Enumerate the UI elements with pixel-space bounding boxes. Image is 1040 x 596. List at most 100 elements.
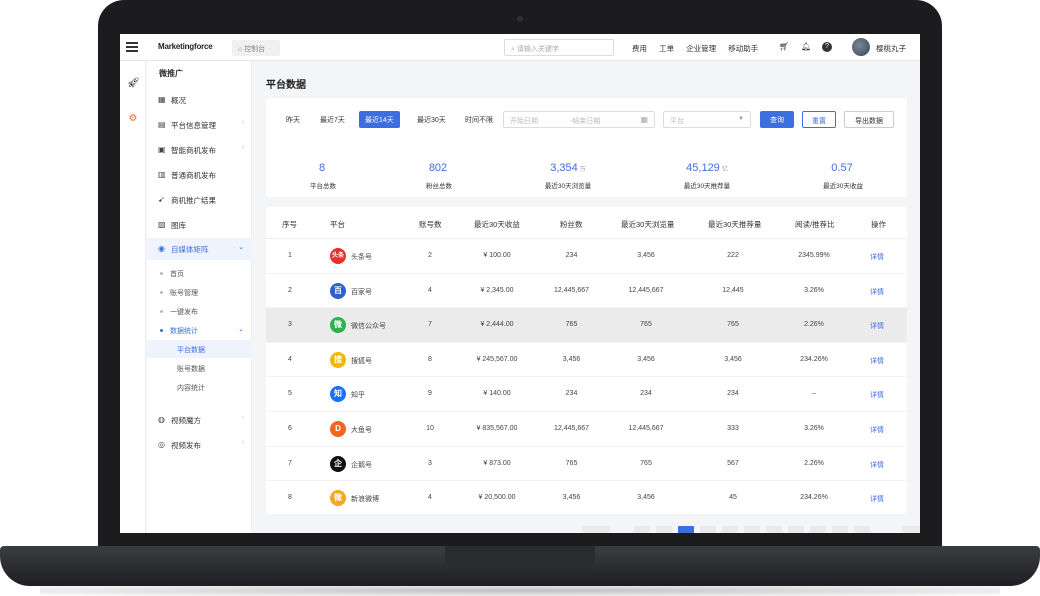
detail-link[interactable]: 详情 (866, 460, 888, 470)
main-content: 平台数据 昨天 最近7天 最近14天 最近30天 时间不限 开始日期 -结束日期… (252, 61, 920, 533)
sidebar-subsub-platform-data[interactable]: 平台数据 (147, 340, 252, 358)
page-button-current[interactable] (678, 526, 694, 533)
page-button[interactable] (810, 526, 826, 533)
bell-icon[interactable]: 🔔︎ (801, 42, 811, 51)
filter-30-days[interactable]: 最近30天 (411, 111, 452, 128)
query-button[interactable]: 查询 (760, 111, 794, 128)
cell-fans: 12,445,667 (553, 425, 590, 432)
avatar[interactable] (852, 38, 870, 56)
cell-accounts: 4 (428, 494, 432, 502)
page-button[interactable] (766, 526, 782, 533)
filter-unlimited[interactable]: 时间不限 (459, 111, 499, 128)
sidebar-item-overview[interactable]: ▦ 概况 (147, 89, 252, 109)
export-button[interactable]: 导出数据 (844, 111, 894, 128)
sidebar-item-label: 图库 (171, 221, 186, 230)
platform-select[interactable]: 平台 ▼ (663, 111, 751, 128)
sidebar-item-gallery[interactable]: ▨ 图库 (147, 214, 252, 234)
cell-no: 5 (288, 390, 292, 398)
col-views: 最近30天浏览量 (621, 220, 675, 229)
page-button[interactable] (722, 526, 738, 533)
cell-platform: 企鹅号 (351, 461, 372, 469)
detail-link[interactable]: 详情 (866, 356, 888, 366)
reset-button[interactable]: 重置 (802, 111, 836, 128)
table-row: 8 4 ¥ 20,500.00 3,456 3,456 45 234.26% 微新浪微博 详情 (266, 481, 907, 514)
page-button[interactable] (656, 526, 672, 533)
detail-link[interactable]: 详情 (866, 425, 888, 435)
breadcrumb[interactable]: ⌂ 控制台 (232, 40, 280, 56)
page-button[interactable] (788, 526, 804, 533)
page-button[interactable] (700, 526, 716, 533)
cell-no: 4 (288, 355, 292, 363)
page-title: 平台数据 (266, 80, 306, 91)
table-row: 1 2 ¥ 100.00 234 3,456 222 2345.99% 头条 头条号 详情 (266, 239, 907, 274)
detail-link[interactable]: 详情 (866, 321, 888, 331)
top-bar: Marketingforce ⌂ 控制台 ⌕ 请输入关键字 费用 工单 企业管理… (120, 34, 920, 61)
date-range-input[interactable]: 开始日期 -结束日期 ▦ (503, 111, 655, 128)
sidebar-subsub-account-data[interactable]: 账号数据 (147, 359, 252, 377)
search-input[interactable]: ⌕ 请输入关键字 (504, 39, 614, 56)
cell-views: 12,445,667 (628, 286, 664, 294)
cart-icon[interactable]: 🛒︎ (779, 42, 789, 51)
cell-ratio: 234.26% (800, 494, 828, 502)
sidebar-item-normal-publish[interactable]: ▥ 普通商机发布 (147, 164, 252, 184)
logo[interactable]: Marketingforce (158, 42, 213, 51)
cell-ratio: 234.26% (800, 355, 828, 363)
cell-accounts: 7 (428, 321, 432, 329)
next-page-button[interactable] (854, 526, 870, 533)
media-matrix-icon: ◉ (158, 244, 165, 253)
sidebar-item-results[interactable]: ➹ 商机推广结果 (147, 189, 252, 209)
sidebar-item-smart-publish[interactable]: ▣ 智能商机发布 › (147, 139, 252, 159)
sidebar-sub-one-click[interactable]: 一键发布 (147, 302, 252, 320)
help-icon[interactable]: ? (822, 42, 832, 52)
bullet-icon (160, 329, 163, 332)
sidebar-item-video-publish[interactable]: ◎ 视频发布 › (147, 434, 252, 454)
jump-page-input[interactable] (902, 526, 920, 533)
detail-link[interactable]: 详情 (866, 287, 888, 297)
nav-tickets[interactable]: 工单 (659, 44, 674, 53)
page-size-select[interactable] (582, 526, 610, 533)
username[interactable]: 樱桃丸子 (876, 43, 906, 54)
cell-ratio: 2.26% (804, 321, 824, 329)
sidebar-item-video-cube[interactable]: ◍ 视频魔方 › (147, 409, 252, 429)
sidebar-sub-accounts[interactable]: 账号管理 (147, 283, 252, 301)
cell-income: ¥ 20,500.00 (478, 494, 516, 502)
gear-icon[interactable]: ⚙ (127, 113, 139, 125)
sidebar-item-label: 商机推广结果 (171, 196, 216, 205)
cell-ratio: 3.26% (804, 286, 824, 294)
table-row: 3 7 ¥ 2,444.00 765 765 765 2.26% 微微信公众号 详情 (266, 308, 907, 343)
cell-accounts: 2 (428, 252, 432, 259)
prev-page-button[interactable] (634, 526, 650, 533)
sidebar-subsub-label: 账号数据 (177, 366, 205, 373)
chevron-right-icon: › (241, 119, 244, 126)
sidebar-sub-statistics[interactable]: 数据统计 ⌄ (147, 321, 252, 339)
col-no: 序号 (282, 220, 297, 229)
stat-label: 最近30天推荐量 (683, 183, 731, 190)
sidebar-subsub-content-stats[interactable]: 内容统计 (147, 378, 252, 396)
top-nav: 费用 工单 企业管理 移动助手 (632, 43, 768, 54)
sidebar-item-platform[interactable]: ▤ 平台信息管理 › (147, 114, 252, 134)
filter-yesterday[interactable]: 昨天 (280, 111, 306, 128)
detail-link[interactable]: 详情 (866, 252, 888, 262)
nav-mobile-assistant[interactable]: 移动助手 (728, 44, 758, 53)
platform-logo-icon: 搜 (330, 351, 346, 368)
page-button[interactable] (832, 526, 848, 533)
rocket-icon[interactable]: 🚀︎ (127, 78, 140, 90)
cell-income: ¥ 2,444.00 (480, 321, 514, 329)
stat-recommends-30d: 45,129 亿 最近30天推荐量 (647, 158, 767, 190)
menu-icon[interactable] (126, 42, 138, 52)
nav-fees[interactable]: 费用 (632, 44, 647, 53)
platform-logo-icon: 微 (330, 317, 346, 334)
cell-ratio: 3.26% (804, 425, 824, 432)
stat-value: 45,129 (686, 162, 720, 174)
cell-fans: 765 (565, 321, 578, 329)
sidebar-sub-home[interactable]: 首页 (147, 264, 252, 282)
stat-label: 最近30天收益 (823, 183, 863, 190)
detail-link[interactable]: 详情 (866, 494, 888, 504)
nav-enterprise[interactable]: 企业管理 (686, 44, 716, 53)
filter-14-days[interactable]: 最近14天 (359, 111, 400, 128)
detail-link[interactable]: 详情 (866, 390, 888, 400)
cell-income: ¥ 100.00 (483, 252, 511, 259)
page-button[interactable] (744, 526, 760, 533)
filter-7-days[interactable]: 最近7天 (314, 111, 351, 128)
sidebar-item-media-matrix[interactable]: ◉ 自媒体矩阵 ⌄ (147, 238, 252, 260)
